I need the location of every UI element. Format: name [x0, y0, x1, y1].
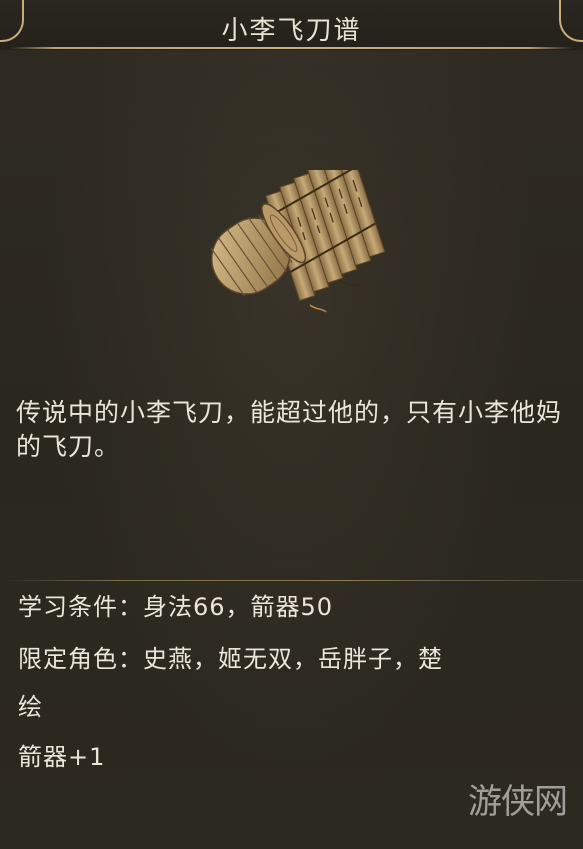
- item-description: 传说中的小李飞刀，能超过他的，只有小李他妈的飞刀。: [16, 398, 563, 461]
- restricted-roles: 限定角色：史燕，姬无双，岳胖子，楚: [18, 645, 443, 673]
- section-divider: [0, 580, 583, 581]
- stat-bonus: 箭器+1: [18, 743, 106, 771]
- learning-requirement: 学习条件：身法66，箭器50: [18, 593, 334, 621]
- title-underline: [10, 47, 573, 49]
- site-watermark: 游侠网: [468, 782, 568, 822]
- item-title: 小李飞刀谱: [221, 16, 362, 46]
- bamboo-scroll-icon: [190, 146, 390, 330]
- item-tooltip-panel: 小李飞刀谱 传说中的小李飞刀，能超过他的，只有小李他妈的飞刀。 学习条件：身法6…: [0, 0, 583, 849]
- title-bar: 小李飞刀谱: [0, 0, 583, 50]
- restricted-roles-continued: 绘: [18, 693, 43, 721]
